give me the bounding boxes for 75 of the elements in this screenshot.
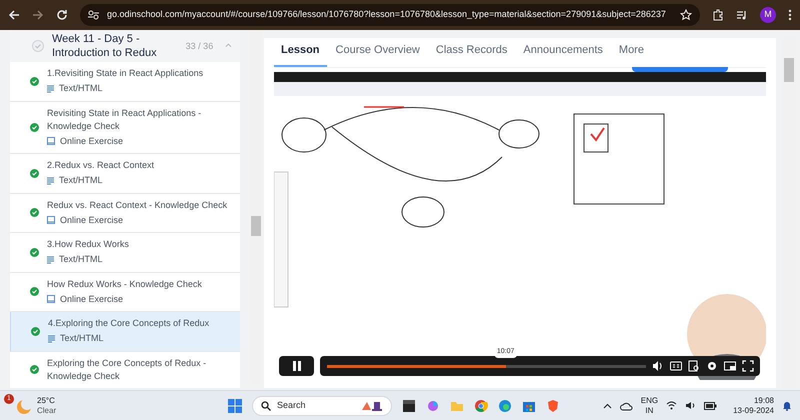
address-bar[interactable]: go.odinschool.com/myaccount/#/course/109766/lesson/1076780?lesson=1076780&lesson_type=material&section=279091&subject=286237 (80, 4, 700, 26)
tab[interactable]: More (612, 42, 651, 67)
menu-icon[interactable] (788, 9, 792, 21)
lesson-type: Text/HTML (59, 174, 103, 187)
lesson-item[interactable]: 4.Exploring the Core Concepts of Redux Text/HTML (10, 312, 240, 352)
lesson-item[interactable]: Revisiting State in React Applications - Knowledge Check Online Exercise (10, 102, 240, 154)
tab[interactable]: Lesson (274, 42, 327, 67)
pause-icon (292, 361, 300, 371)
cloud-icon[interactable] (620, 400, 633, 410)
lesson-type: Text/HTML (59, 82, 103, 95)
progress-count: 33 / 36 (186, 40, 214, 53)
lesson-item[interactable]: 1.Revisiting State in React Applications Text/HTML (10, 62, 240, 102)
url-text: go.odinschool.com/myaccount/#/course/109766/lesson/1076780?lesson=1076780&lesson_type=material&section=279091&subject=286237 (107, 8, 667, 22)
battery-icon[interactable] (704, 402, 718, 410)
lesson-item[interactable]: How Redux Works - Knowledge Check Online Exercise (10, 272, 240, 312)
lesson-type: Online Exercise (60, 134, 124, 148)
region[interactable]: IN (645, 406, 654, 416)
captions-icon[interactable] (670, 360, 682, 372)
lesson-title: Revisiting State in React Applications - Knowledge Check (47, 106, 202, 132)
fullscreen-icon[interactable] (742, 360, 754, 372)
lesson-title: 1.Revisiting State in React Applications (47, 67, 204, 80)
weather-text: Clear (37, 406, 56, 416)
lesson-type: Text/HTML (60, 332, 104, 345)
lesson-title: Redux vs. React Context - Knowledge Check (47, 198, 228, 212)
section-title: Week 11 - Day 5 - Introduction to Redux (52, 32, 158, 60)
start-icon[interactable] (228, 398, 242, 412)
chevron-up-icon[interactable] (602, 402, 612, 408)
chrome-icon[interactable] (474, 398, 488, 412)
tab[interactable]: Class Records (428, 42, 514, 67)
search-input[interactable]: Search (277, 398, 355, 412)
lesson-title: How Redux Works - Knowledge Check (47, 278, 202, 290)
back-icon[interactable] (8, 9, 20, 21)
media-icon[interactable] (736, 9, 748, 21)
search-field[interactable]: Search (252, 396, 392, 416)
lesson-item[interactable]: Exploring the Core Concepts of Redux - Knowledge Check (10, 352, 240, 388)
lesson-title: 2.Redux vs. React Context (47, 159, 154, 172)
settings-icon[interactable] (706, 360, 718, 372)
tab[interactable]: Course Overview (328, 42, 427, 67)
volume-icon[interactable] (652, 360, 664, 372)
lesson-type: Online Exercise (60, 214, 124, 226)
clock-date[interactable]: 13-09-2024 (733, 406, 774, 416)
lesson-title: 3.How Redux Works (47, 238, 129, 251)
lesson-title: 4.Exploring the Core Concepts of Redux (48, 317, 210, 330)
search-icon (261, 400, 271, 410)
clock-time[interactable]: 19:08 (754, 396, 774, 406)
reload-icon[interactable] (56, 9, 68, 21)
tab[interactable]: Announcements (516, 42, 610, 67)
language[interactable]: ENG (640, 396, 658, 406)
lesson-type: Text/HTML (59, 253, 103, 266)
profile-avatar[interactable]: M (760, 7, 776, 23)
document-lines-icon (47, 176, 54, 185)
wifi-icon[interactable] (666, 401, 678, 410)
book-icon (47, 216, 55, 224)
document-lines-icon (47, 256, 54, 264)
lesson-item[interactable]: Redux vs. React Context - Knowledge Check Online Exercise (10, 194, 240, 233)
document-lines-icon (47, 84, 54, 93)
temperature: 25°C (37, 396, 56, 406)
book-icon (47, 137, 55, 146)
star-icon[interactable] (680, 9, 692, 21)
forward-icon[interactable] (32, 9, 44, 21)
window-icon[interactable] (402, 398, 416, 412)
lesson-title: Exploring the Core Concepts of Redux - Knowledge Check (47, 356, 208, 382)
picture-in-picture-icon[interactable] (724, 360, 736, 372)
hat-icon (361, 400, 383, 412)
site-settings-icon[interactable] (88, 10, 99, 20)
book-icon (47, 295, 55, 304)
lesson-item[interactable]: 3.How Redux Works Text/HTML (10, 233, 240, 272)
volume-icon[interactable] (685, 401, 696, 410)
bell-icon[interactable] (782, 400, 792, 411)
document-lines-icon (48, 334, 55, 343)
transcript-icon[interactable] (688, 360, 700, 372)
lesson-item[interactable]: 2.Redux vs. React Context Text/HTML (10, 154, 240, 194)
extensions-icon[interactable] (712, 9, 724, 21)
pause-button[interactable] (279, 356, 314, 376)
lesson-type: Online Exercise (60, 292, 124, 306)
